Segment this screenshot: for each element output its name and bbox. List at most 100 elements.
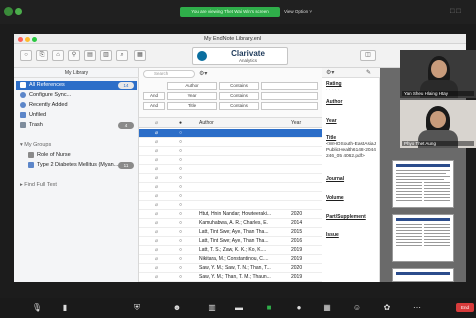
read-status-icon[interactable]: ○: [179, 183, 182, 191]
title-value[interactable]: <WHOSouth-EastAsiaJPublicHealth6148-2044…: [326, 142, 378, 160]
sidebar-item-trash[interactable]: Trash 4: [16, 121, 137, 130]
sidebar-item-recently-added[interactable]: Recently Added: [16, 101, 137, 110]
record-icon[interactable]: ●: [292, 303, 306, 312]
sidebar-item-configure-sync[interactable]: Configure Sync...: [16, 91, 137, 100]
new-reference-icon[interactable]: ▦: [134, 50, 146, 61]
insert-citation-icon[interactable]: ⎘: [36, 50, 48, 61]
table-row[interactable]: ⌀ ○: [139, 129, 322, 138]
operator-select[interactable]: Contains: [219, 102, 259, 110]
volume-label[interactable]: Volume: [326, 195, 378, 201]
read-status-icon[interactable]: ○: [179, 273, 182, 281]
quick-search-input[interactable]: Search: [143, 70, 195, 78]
search-term-input[interactable]: [261, 102, 318, 110]
table-row[interactable]: ⌀ ○: [139, 201, 322, 210]
read-status-icon[interactable]: ○: [179, 246, 182, 254]
table-row[interactable]: ⌀ ○ Htut, Hnin Nandar; Howteeraki... 2020: [139, 210, 322, 219]
issue-label[interactable]: Issue: [326, 232, 378, 238]
read-status-icon[interactable]: ○: [179, 192, 182, 200]
table-row[interactable]: ⌀ ○: [139, 165, 322, 174]
maximize-window-button[interactable]: [32, 37, 37, 42]
table-row[interactable]: ⌀ ○: [139, 156, 322, 165]
find-pdf-icon[interactable]: ⌕: [116, 50, 128, 61]
attach-clip-icon[interactable]: ✎: [366, 69, 371, 76]
sidebar-group-role-of-nurse[interactable]: Role of Nurse: [24, 151, 137, 160]
reactions-icon[interactable]: ☺: [350, 303, 364, 312]
author-label[interactable]: Author: [326, 99, 378, 105]
table-row[interactable]: ⌀ ○ Nikitara, M.; Constantinou, C.... 2019: [139, 255, 322, 264]
rating-stars[interactable]: · · · · ·: [326, 88, 378, 94]
participants-icon[interactable]: ☻: [170, 303, 184, 312]
title-label[interactable]: Title: [326, 135, 378, 141]
search-icon[interactable]: ○: [20, 50, 32, 61]
more-icon[interactable]: ⋯: [410, 303, 424, 312]
table-row[interactable]: ⌀ ○ Latt, T. S.; Zaw, K. K.; Ko, K.... 2019: [139, 246, 322, 255]
search-options-gear-icon[interactable]: ⚙▾: [199, 70, 213, 78]
read-status-icon[interactable]: ○: [179, 201, 182, 209]
read-status-icon[interactable]: ○: [179, 165, 182, 173]
journal-label[interactable]: Journal: [326, 176, 378, 182]
read-status-icon[interactable]: ○: [179, 237, 182, 245]
sidebar-item-unfiled[interactable]: Unfiled: [16, 111, 137, 120]
export-icon[interactable]: ▥: [100, 50, 112, 61]
close-window-button[interactable]: [18, 37, 23, 42]
table-row[interactable]: ⌀ ○: [139, 138, 322, 147]
read-status-icon[interactable]: ○: [179, 156, 182, 164]
find-full-text-header[interactable]: ▸ Find Full Text: [16, 181, 137, 190]
fullscreen-icon[interactable]: ⬚ ⬚: [450, 8, 468, 16]
attachment-column-icon[interactable]: ⌀: [155, 118, 158, 128]
breakout-rooms-icon[interactable]: ▦: [320, 303, 334, 312]
bool-select[interactable]: And: [143, 102, 165, 110]
bool-select[interactable]: And: [143, 92, 165, 100]
col-year-header[interactable]: Year: [291, 118, 319, 128]
year-label[interactable]: Year: [326, 118, 378, 124]
layout-icon[interactable]: ◫: [360, 50, 376, 61]
read-column-icon[interactable]: ●: [179, 118, 182, 128]
part-supplement-label[interactable]: Part/Supplement: [326, 214, 378, 220]
table-row[interactable]: ⌀ ○ Kamuhabwa, A. R.; Charles, E. 2014: [139, 219, 322, 228]
table-row[interactable]: ⌀ ○: [139, 183, 322, 192]
participant-video-tile[interactable]: Phyo Thet Aung: [400, 100, 476, 148]
operator-select[interactable]: Contains: [219, 82, 259, 90]
col-author-header[interactable]: Author: [199, 118, 289, 128]
sidebar-header[interactable]: My Library: [14, 68, 139, 78]
minimize-window-button[interactable]: [25, 37, 30, 42]
table-row[interactable]: ⌀ ○ Latt, Tint Swe; Aye, Than Tha... 2016: [139, 237, 322, 246]
read-status-icon[interactable]: ○: [179, 138, 182, 146]
field-select[interactable]: Year: [167, 92, 217, 100]
read-status-icon[interactable]: ○: [179, 219, 182, 227]
read-status-icon[interactable]: ○: [179, 210, 182, 218]
field-select[interactable]: Author: [167, 82, 217, 90]
end-meeting-button[interactable]: End: [456, 303, 474, 312]
sidebar-item-all-references[interactable]: All References 14: [16, 81, 137, 90]
chat-icon[interactable]: ▬: [232, 303, 246, 312]
table-row[interactable]: ⌀ ○ Saw, Y. M.; Than, T. M.; Thaun... 2019: [139, 273, 322, 282]
table-row[interactable]: ⌀ ○ Latt, Tint Swe; Aye, Than Tha... 2015: [139, 228, 322, 237]
read-status-icon[interactable]: ○: [179, 264, 182, 272]
bool-select[interactable]: [143, 82, 165, 90]
import-icon[interactable]: ▤: [84, 50, 96, 61]
read-status-icon[interactable]: ○: [179, 228, 182, 236]
read-status-icon[interactable]: ○: [179, 255, 182, 263]
operator-select[interactable]: Contains: [219, 92, 259, 100]
table-row[interactable]: ⌀ ○: [139, 192, 322, 201]
table-row[interactable]: ⌀ ○ Saw, Y. M.; Saw, T. N.; Than, T... 2020: [139, 264, 322, 273]
share-screen-icon[interactable]: ■: [262, 303, 276, 312]
security-icon[interactable]: ⛨: [130, 303, 144, 312]
field-select[interactable]: Title: [167, 102, 217, 110]
security-shield-icon[interactable]: [4, 7, 13, 16]
sidebar-group-type2-diabetes[interactable]: Type 2 Diabetes Mellitus (Myan... 11: [24, 161, 137, 170]
settings-gear-icon[interactable]: ⚙▾: [326, 69, 334, 76]
view-options-button[interactable]: View Option ˅: [284, 7, 320, 17]
online-search-icon[interactable]: ⚲: [68, 50, 80, 61]
read-status-icon[interactable]: ○: [179, 147, 182, 155]
participant-video-tile[interactable]: Yan Sheu Hlaing Htay: [400, 50, 476, 98]
start-video-icon[interactable]: ▮: [58, 303, 72, 312]
format-bibliography-icon[interactable]: ⌂: [52, 50, 64, 61]
apps-icon[interactable]: ✿: [380, 303, 394, 312]
search-term-input[interactable]: [261, 82, 318, 90]
my-groups-header[interactable]: ▾ My Groups: [16, 141, 137, 150]
polls-icon[interactable]: ▥: [205, 303, 219, 312]
read-status-icon[interactable]: ○: [179, 174, 182, 182]
mute-microphone-icon[interactable]: 🎙: [30, 303, 44, 312]
table-row[interactable]: ⌀ ○: [139, 174, 322, 183]
